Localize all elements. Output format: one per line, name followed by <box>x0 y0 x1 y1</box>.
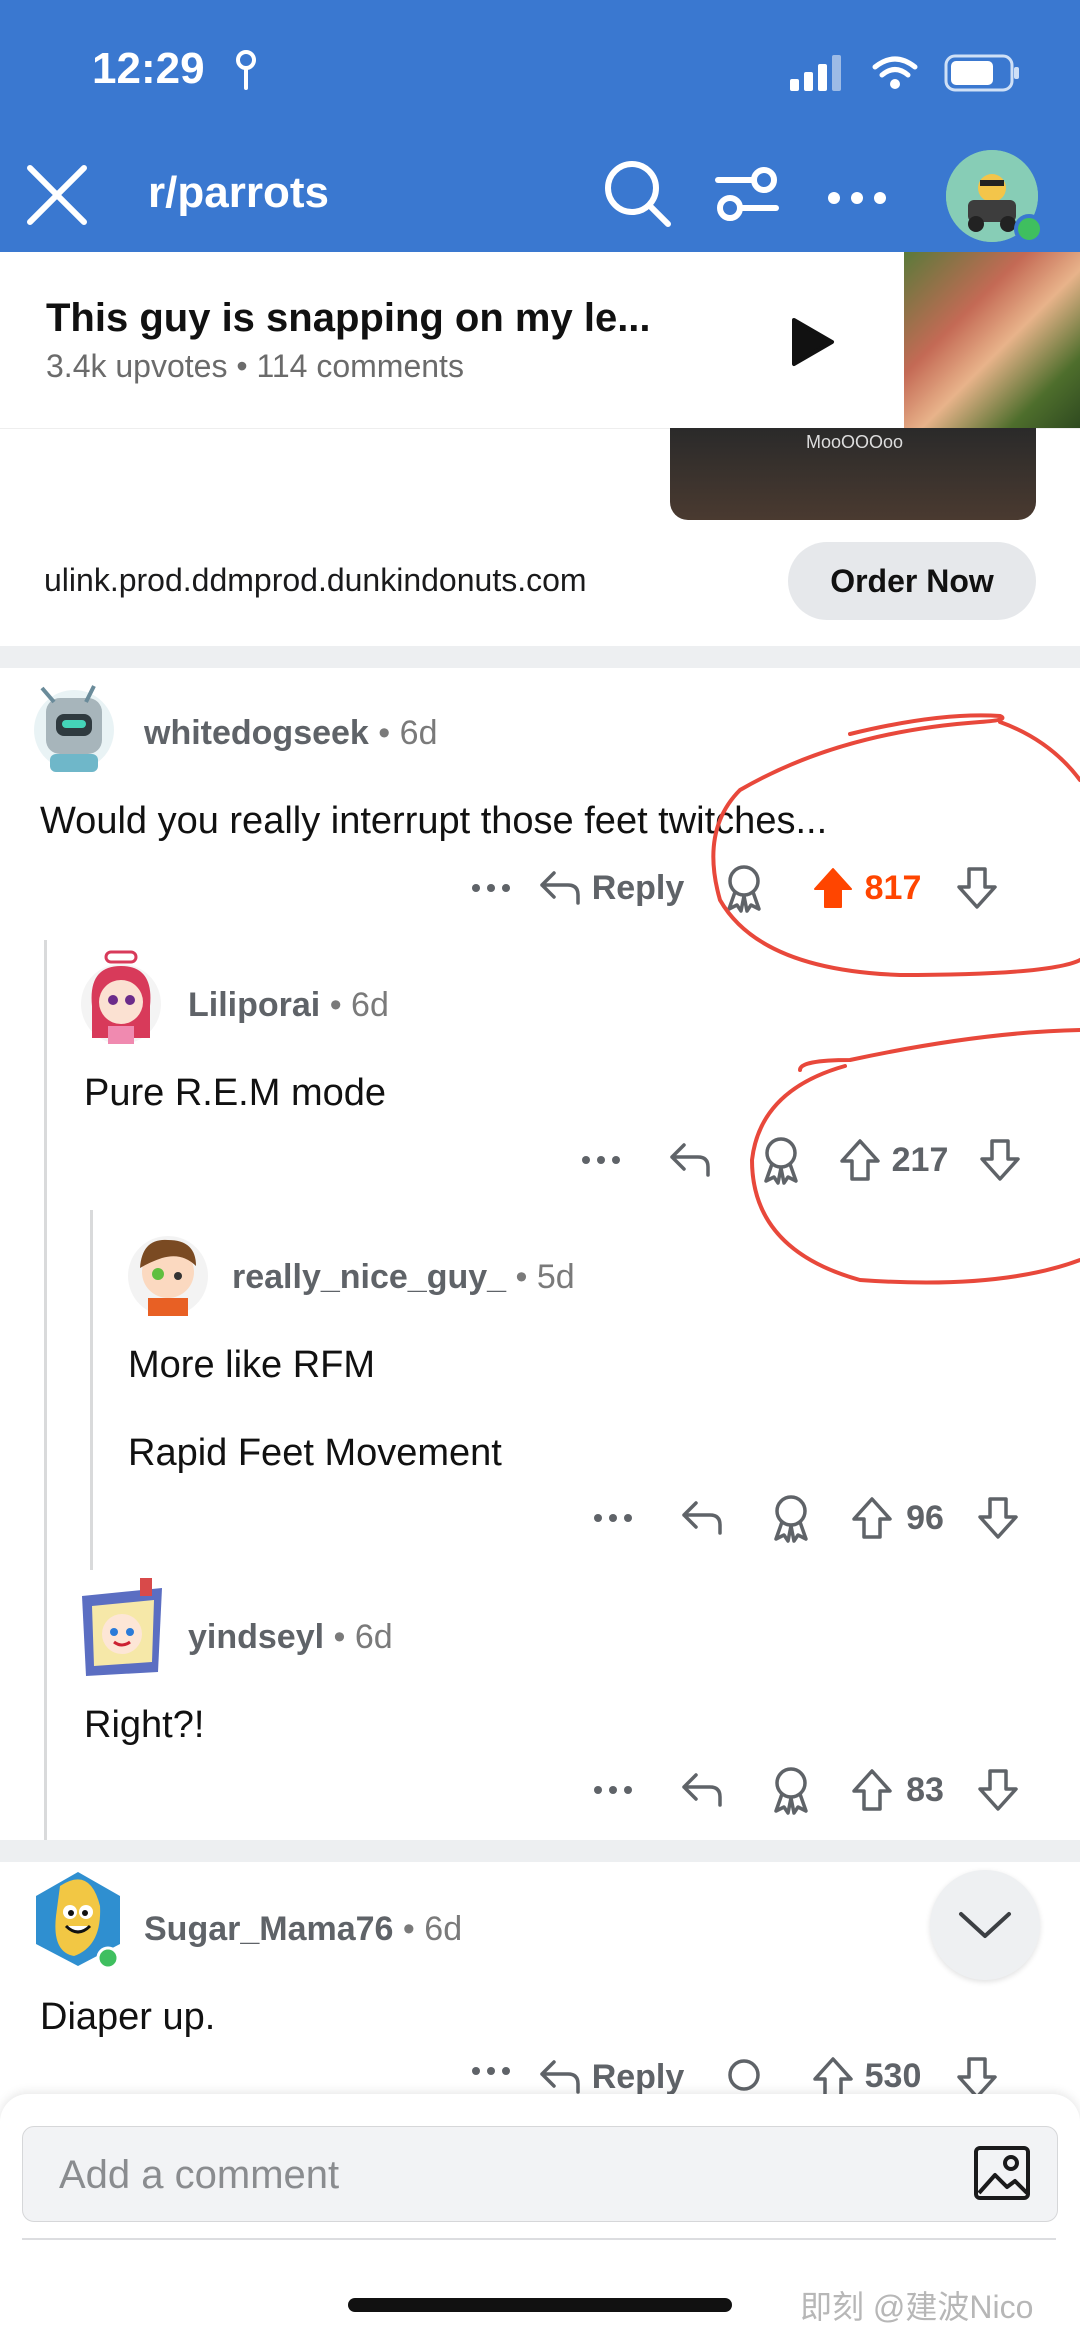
order-now-button[interactable]: Order Now <box>788 542 1036 620</box>
image-attach-icon[interactable] <box>973 2145 1031 2201</box>
upvote-icon <box>852 1769 892 1811</box>
add-comment-input[interactable]: Add a comment <box>22 2126 1058 2222</box>
post-upvotes: 3.4k upvotes <box>46 348 228 384</box>
upvote-icon <box>813 868 852 908</box>
upvote-icon <box>812 2057 853 2094</box>
ad-image-caption: MooOOOoo <box>806 432 904 452</box>
more-icon[interactable] <box>566 1130 636 1190</box>
comment-actions: 83 <box>576 1760 1028 1820</box>
avatar[interactable] <box>30 1866 126 1970</box>
comment-username[interactable]: whitedogseek • 6d <box>144 714 437 753</box>
location-icon <box>236 50 256 90</box>
vote-score: 817 <box>864 868 922 907</box>
signal-icon <box>790 55 841 91</box>
comment-actions: Reply 530 <box>456 2054 1012 2094</box>
subreddit-header: r/parrots <box>0 150 1080 252</box>
vote-score: 217 <box>891 1140 949 1179</box>
upvote-button[interactable]: 817 <box>792 858 942 918</box>
avatar[interactable] <box>78 1576 166 1680</box>
comment-username[interactable]: Sugar_Mama76 • 6d <box>144 1910 462 1949</box>
comment-body: Pure R.E.M mode <box>84 1072 386 1114</box>
reply-button[interactable]: Reply <box>526 858 696 918</box>
downvote-icon[interactable] <box>968 1488 1028 1548</box>
status-time: 12:29 <box>92 44 205 93</box>
post-thumbnail[interactable] <box>904 252 1080 428</box>
filter-icon[interactable] <box>712 158 782 228</box>
section-divider <box>0 1840 1080 1862</box>
more-icon[interactable] <box>576 1760 650 1820</box>
upvote-icon <box>852 1497 892 1539</box>
award-icon[interactable] <box>696 858 792 918</box>
subreddit-name[interactable]: r/parrots <box>148 168 329 218</box>
award-icon[interactable] <box>754 1760 828 1820</box>
vote-score: 530 <box>864 2057 922 2094</box>
more-icon[interactable] <box>456 858 526 918</box>
wifi-icon <box>872 56 918 89</box>
upvote-button[interactable]: 217 <box>818 1130 970 1190</box>
play-icon[interactable] <box>790 316 836 368</box>
battery-icon <box>944 54 1019 92</box>
more-icon[interactable] <box>576 1488 650 1548</box>
annotation-circle-top <box>711 713 1080 978</box>
downvote-icon[interactable] <box>968 1760 1028 1820</box>
upvote-button[interactable]: 96 <box>828 1488 968 1548</box>
downvote-icon[interactable] <box>942 858 1012 918</box>
avatar[interactable] <box>122 1218 214 1318</box>
thread-line[interactable] <box>90 1210 93 1570</box>
comment-username[interactable]: Liliporai • 6d <box>188 986 389 1025</box>
status-indicators <box>790 54 1020 92</box>
upvote-icon <box>839 1139 880 1181</box>
reply-icon[interactable] <box>636 1130 744 1190</box>
comment-username[interactable]: yindseyl • 6d <box>188 1618 393 1657</box>
award-icon[interactable] <box>696 2054 792 2094</box>
comment-body-line2: Rapid Feet Movement <box>128 1432 502 1474</box>
upvote-button[interactable]: 530 <box>792 2054 942 2094</box>
reply-icon <box>539 871 580 905</box>
downvote-icon[interactable] <box>970 1130 1030 1190</box>
scroll-down-button[interactable] <box>930 1870 1040 1980</box>
comment-username[interactable]: really_nice_guy_ • 5d <box>232 1258 575 1297</box>
comment-actions: Reply 817 <box>456 858 1012 918</box>
vote-score: 96 <box>906 1498 944 1537</box>
vote-score: 83 <box>906 1770 944 1809</box>
reply-icon <box>539 2060 580 2094</box>
search-icon[interactable] <box>602 158 672 228</box>
comment-body: Right?! <box>84 1704 205 1746</box>
reply-button[interactable]: Reply <box>526 2054 696 2094</box>
home-indicator[interactable] <box>348 2298 732 2312</box>
chevron-down-icon <box>959 1912 1011 1938</box>
comment-body: More like RFM <box>128 1344 376 1386</box>
downvote-icon[interactable] <box>942 2054 1012 2094</box>
post-title: This guy is snapping on my le... <box>46 296 651 340</box>
top-bar: 12:29 r/parrots <box>0 0 1080 252</box>
award-icon[interactable] <box>754 1488 828 1548</box>
more-options-icon[interactable] <box>822 158 892 228</box>
close-icon[interactable] <box>22 160 92 230</box>
award-icon[interactable] <box>744 1130 818 1190</box>
more-icon[interactable] <box>456 2054 526 2094</box>
avatar[interactable] <box>24 676 120 776</box>
add-comment-placeholder: Add a comment <box>59 2153 340 2197</box>
watermark-text: 即刻 @建波Nico <box>800 2289 1034 2325</box>
reply-icon[interactable] <box>650 1488 754 1548</box>
composer-divider <box>22 2238 1056 2240</box>
upvote-button[interactable]: 83 <box>828 1760 968 1820</box>
reply-icon[interactable] <box>650 1760 754 1820</box>
thread-line[interactable] <box>44 940 47 1840</box>
comment-body: Would you really interrupt those feet tw… <box>40 800 828 842</box>
avatar[interactable] <box>78 946 164 1046</box>
section-divider <box>0 646 1080 668</box>
ad-link[interactable]: ulink.prod.ddmprod.dunkindonuts.com <box>44 562 587 599</box>
comment-actions: 217 <box>566 1130 1030 1190</box>
post-meta: 3.4k upvotes • 114 comments <box>46 348 464 384</box>
post-summary-bar[interactable]: This guy is snapping on my le... 3.4k up… <box>0 252 1080 429</box>
ad-image[interactable]: MooOOOoo <box>670 428 1036 520</box>
comment-body: Diaper up. <box>40 1996 216 2038</box>
online-status-dot <box>1014 214 1044 244</box>
comment-actions: 96 <box>576 1488 1028 1548</box>
post-comment-count: 114 comments <box>256 348 464 384</box>
